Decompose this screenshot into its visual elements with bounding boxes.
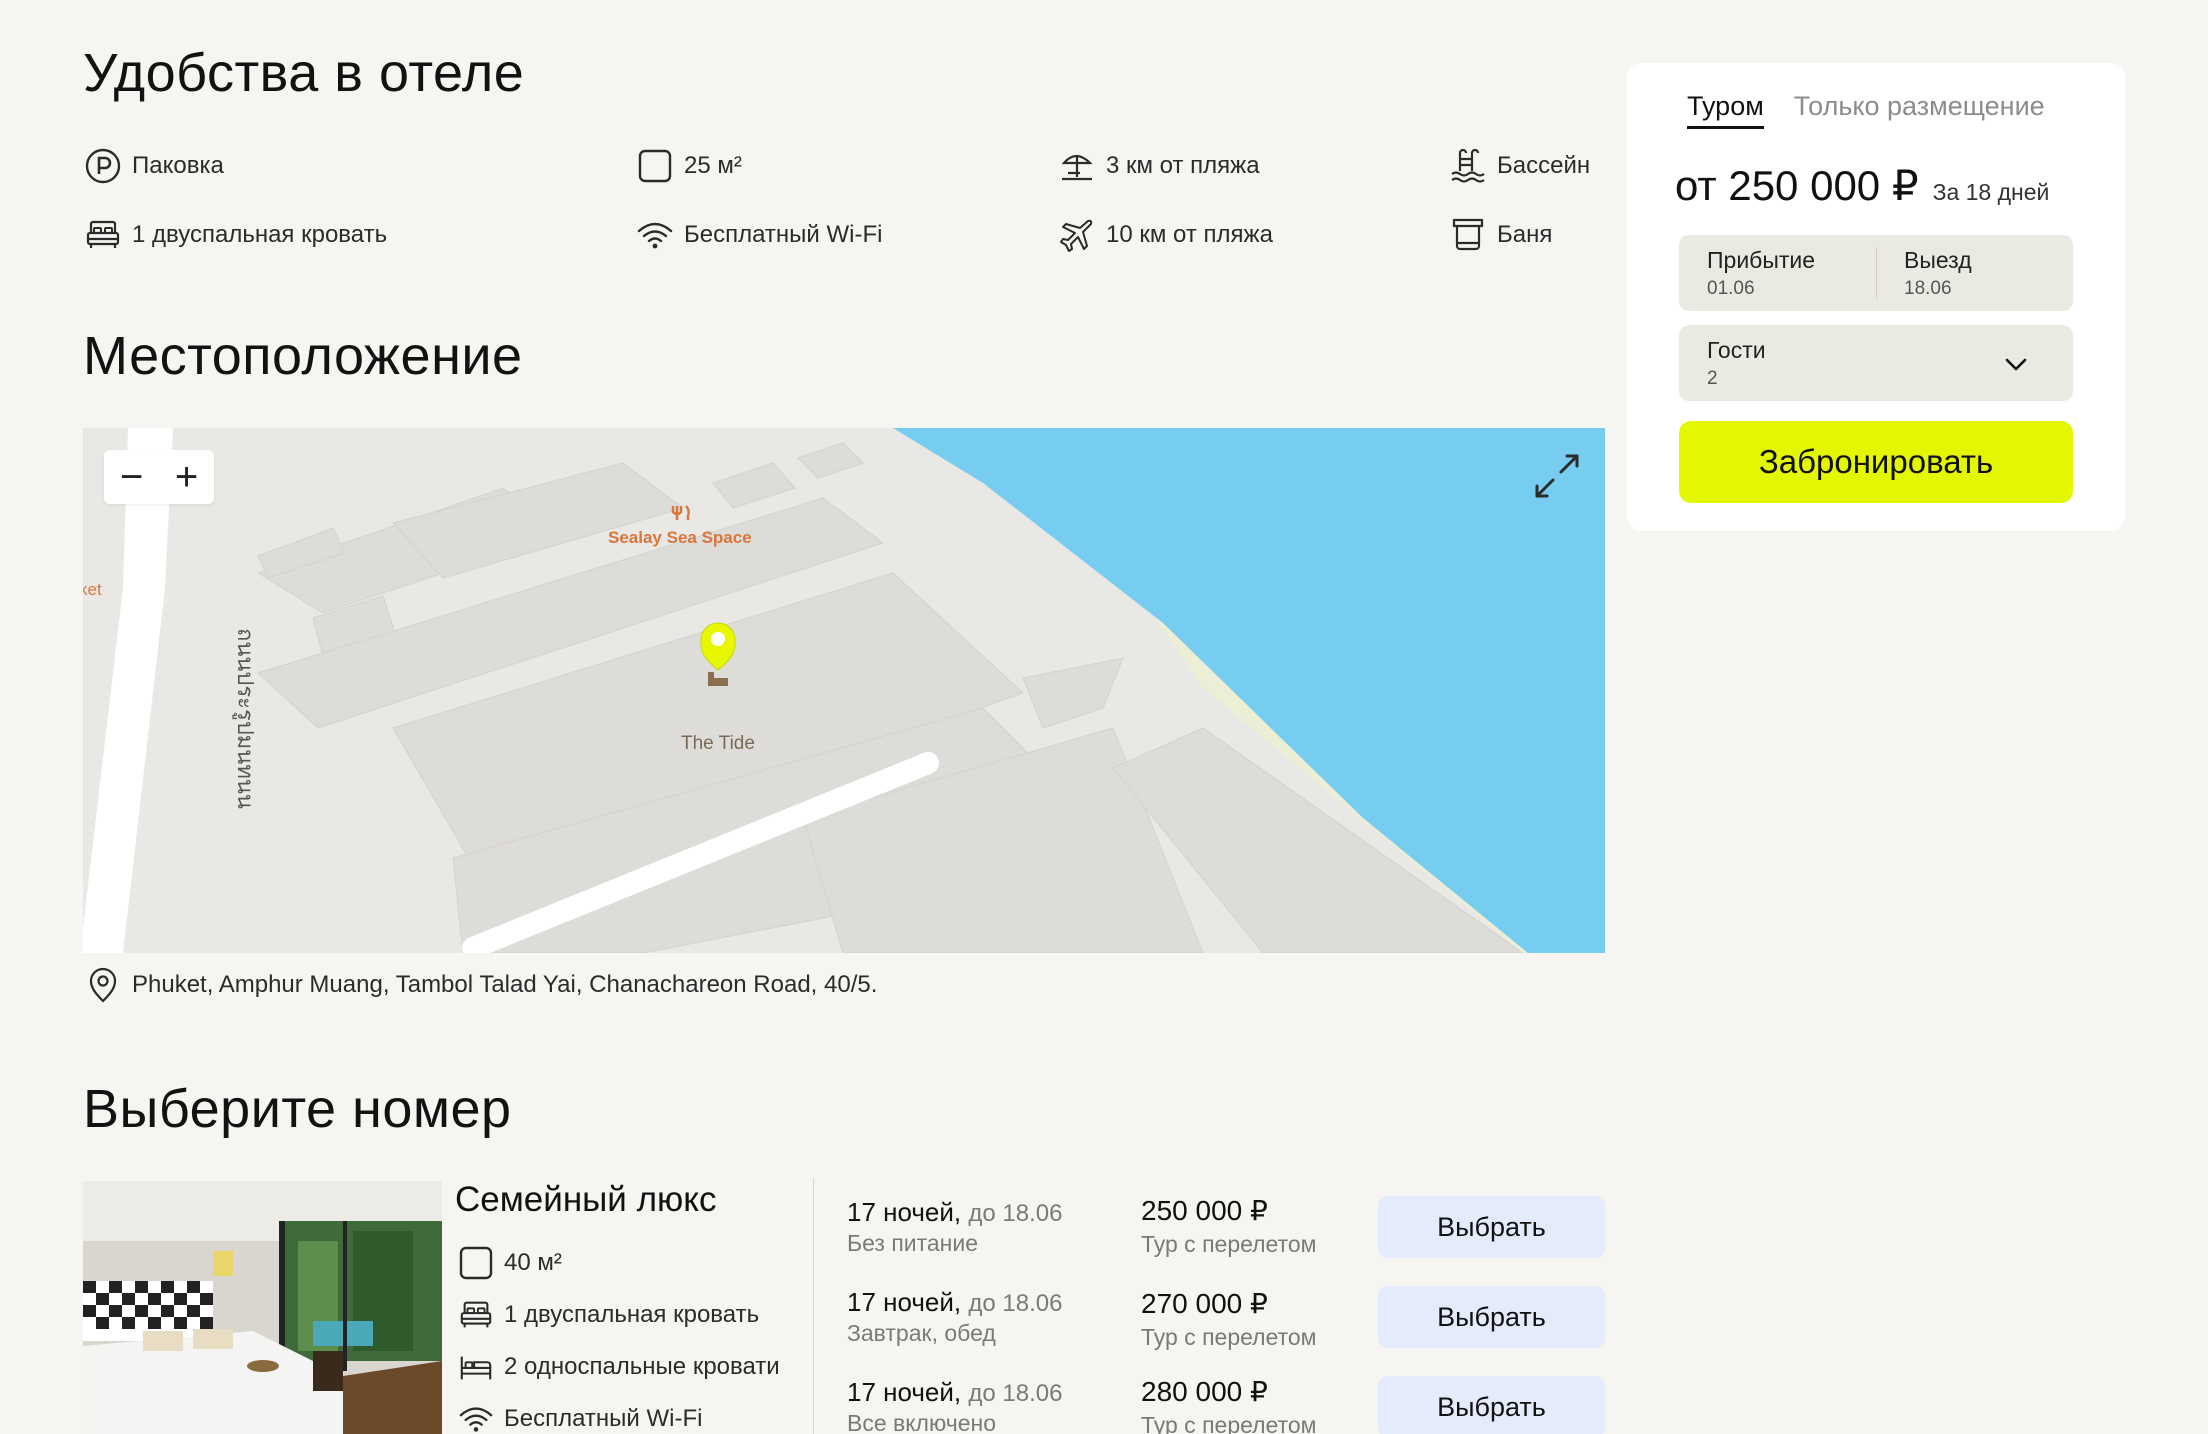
amenity-label: 3 км от пляжа <box>1106 152 1260 179</box>
amenity-label: Бесплатный Wi-Fi <box>684 221 883 248</box>
amenity-area: 25 м² <box>636 147 742 185</box>
offer-price-2: 270 000 ₽ Тур с перелетом <box>1141 1287 1316 1351</box>
location-title: Местоположение <box>83 326 523 386</box>
arrival-value: 01.06 <box>1707 278 1755 299</box>
map-edge-label: ket <box>83 580 102 599</box>
offer-price: 280 000 ₽ <box>1141 1376 1268 1407</box>
offer-nights: 17 ночей, <box>847 1197 962 1227</box>
address: Phuket, Amphur Muang, Tambol Talad Yai, … <box>84 966 877 1004</box>
pool-icon <box>1451 148 1485 183</box>
area-icon <box>459 1246 493 1280</box>
room-feature-single-beds: 2 односпальные кровати <box>458 1349 780 1385</box>
double-bed-icon <box>460 1301 492 1328</box>
offer-type: Тур с перелетом <box>1141 1412 1317 1434</box>
beach-icon <box>1061 154 1093 181</box>
booking-card: Туром Только размещение от 250 000 ₽ За … <box>1627 63 2125 531</box>
booking-tabs: Туром Только размещение <box>1687 91 2045 129</box>
departure-label: Выезд <box>1904 247 1972 273</box>
offer-price: 250 000 ₽ <box>1141 1195 1268 1226</box>
room-photo[interactable] <box>83 1181 442 1434</box>
guests-select[interactable]: Гости 2 <box>1679 325 2073 401</box>
sauna-icon <box>1452 218 1484 251</box>
amenity-label: 1 двуспальная кровать <box>132 221 388 248</box>
tab-tour[interactable]: Туром <box>1687 91 1764 129</box>
select-offer-button[interactable]: Выбрать <box>1378 1376 1605 1434</box>
offer-price: 270 000 ₽ <box>1141 1288 1268 1319</box>
amenity-label: Бассейн <box>1497 152 1591 179</box>
zoom-in-button[interactable]: + <box>175 457 198 497</box>
amenities-title: Удобства в отеле <box>83 43 525 103</box>
amenity-label: 25 м² <box>684 152 742 179</box>
arrival-label: Прибытие <box>1707 247 1816 273</box>
offer-until: до 18.06 <box>968 1380 1063 1407</box>
tour-price: от 250 000 ₽ <box>1675 162 1919 209</box>
plane-icon <box>1060 219 1093 252</box>
double-bed-icon <box>86 220 120 248</box>
room-feature-double-bed: 1 двуспальная кровать <box>458 1297 759 1333</box>
select-offer-button[interactable]: Выбрать <box>1378 1196 1605 1258</box>
room-feature-label: 40 м² <box>504 1249 562 1276</box>
offer-type: Тур с перелетом <box>1141 1324 1317 1350</box>
wifi-icon <box>637 222 673 249</box>
amenity-sauna: Баня <box>1449 216 1552 254</box>
offer-until: до 18.06 <box>968 1290 1063 1317</box>
zoom-out-button[interactable]: − <box>120 457 143 497</box>
amenity-beach-distance: 3 км от пляжа <box>1058 147 1260 185</box>
price-row: от 250 000 ₽ За 18 дней <box>1675 161 2049 210</box>
location-pin-icon <box>89 967 117 1003</box>
amenity-label: Паковка <box>132 152 224 179</box>
room-feature-label: 2 односпальные кровати <box>504 1353 780 1380</box>
departure-value: 18.06 <box>1904 278 1952 299</box>
amenity-wifi: Бесплатный Wi-Fi <box>636 216 882 254</box>
date-picker[interactable]: Прибытие 01.06 Выезд 18.06 <box>1679 235 2073 311</box>
fullscreen-icon[interactable] <box>1531 450 1583 502</box>
room-divider <box>813 1178 814 1434</box>
amenity-label: Баня <box>1497 221 1553 248</box>
room-feature-wifi: Бесплатный Wi-Fi <box>458 1401 702 1434</box>
area-icon <box>638 149 672 183</box>
single-bed-icon <box>460 1356 492 1380</box>
map-street-label: ถนนประรูปมนทนน <box>233 628 258 809</box>
amenity-label: 10 км от пляжа <box>1106 221 1273 248</box>
offer-meal: Все включено <box>847 1410 996 1434</box>
amenity-pool: Бассейн <box>1449 147 1590 185</box>
amenity-parking: Паковка <box>84 147 224 185</box>
offer-price-3: 280 000 ₽ Тур с перелетом <box>1141 1375 1316 1434</box>
departure-date-field[interactable]: Выезд 18.06 <box>1876 235 2073 311</box>
room-feature-area: 40 м² <box>458 1245 562 1281</box>
select-offer-button[interactable]: Выбрать <box>1378 1286 1605 1348</box>
room-name: Семейный люкс <box>455 1180 717 1219</box>
book-button[interactable]: Забронировать <box>1679 421 2073 503</box>
offer-until: до 18.06 <box>968 1200 1063 1227</box>
offer-dates-1: 17 ночей, до 18.06 Без питание <box>847 1197 1062 1257</box>
wifi-icon <box>459 1407 493 1432</box>
map-poi-hotel[interactable]: The Tide <box>681 733 755 755</box>
offer-nights: 17 ночей, <box>847 1377 962 1407</box>
arrival-date-field[interactable]: Прибытие 01.06 <box>1679 235 1876 311</box>
room-feature-label: 1 двуспальная кровать <box>504 1301 760 1328</box>
offer-meal: Завтрак, обед <box>847 1320 996 1346</box>
price-duration: За 18 дней <box>1932 179 2050 205</box>
offer-dates-3: 17 ночей, до 18.06 Все включено <box>847 1377 1062 1434</box>
offer-type: Тур с перелетом <box>1141 1231 1317 1257</box>
room-feature-label: Бесплатный Wi-Fi <box>504 1405 703 1432</box>
offer-price-1: 250 000 ₽ Тур с перелетом <box>1141 1194 1316 1258</box>
map-canvas[interactable] <box>83 428 1605 953</box>
amenity-airport-distance: 10 км от пляжа <box>1058 216 1273 254</box>
location-map[interactable]: − + Sealay Sea Space The Tide ket ถนนประ… <box>83 428 1605 953</box>
zoom-controls: − + <box>104 450 214 504</box>
tab-accommodation-only[interactable]: Только размещение <box>1794 91 2045 129</box>
rooms-title: Выберите номер <box>83 1079 512 1139</box>
amenity-double-bed: 1 двуспальная кровать <box>84 216 387 254</box>
address-text: Phuket, Amphur Muang, Tambol Talad Yai, … <box>132 971 878 998</box>
chevron-down-icon[interactable] <box>2003 351 2029 377</box>
offer-meal: Без питание <box>847 1230 979 1256</box>
parking-icon <box>85 148 121 184</box>
offer-dates-2: 17 ночей, до 18.06 Завтрак, обед <box>847 1287 1062 1347</box>
map-poi-restaurant[interactable]: Sealay Sea Space <box>608 528 752 548</box>
offer-nights: 17 ночей, <box>847 1287 962 1317</box>
